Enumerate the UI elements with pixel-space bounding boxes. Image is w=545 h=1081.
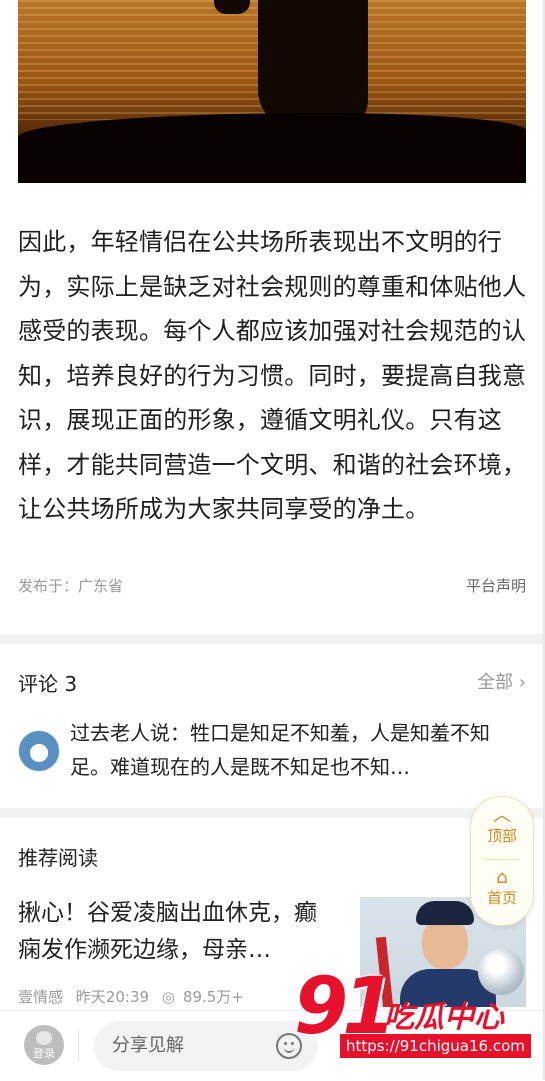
figure-silhouette bbox=[258, 0, 368, 130]
back-to-top-label: 顶部 bbox=[486, 827, 517, 845]
watermark-name: 吃瓜中心 bbox=[384, 1000, 504, 1035]
article-meta: 发布于：广东省 平台声明 bbox=[18, 575, 526, 599]
eye-icon: ◎ bbox=[161, 988, 175, 1006]
home-button[interactable]: ⌂ 首页 bbox=[471, 869, 533, 908]
branch-silhouette bbox=[214, 0, 250, 14]
recommended-item-time: 昨天20:39 bbox=[75, 988, 150, 1006]
recommended-item-views: 89.5万+ bbox=[182, 988, 244, 1006]
user-icon bbox=[36, 1031, 52, 1045]
bar-separator bbox=[78, 1031, 79, 1061]
comment-text[interactable]: 过去老人说：牲口是知足不知羞，人是知羞不知足。难道现在的人是既不知足也不知… bbox=[70, 716, 510, 784]
site-watermark: 91 吃瓜中心 https://91chigua16.com bbox=[292, 962, 542, 1062]
article-paragraph: 因此，年轻情侣在公共场所表现出不文明的行为，实际上是缺乏对社会规则的尊重和体贴他… bbox=[18, 228, 527, 523]
recommended-item-source: 壹情感 bbox=[18, 988, 64, 1006]
chevron-right-icon: › bbox=[518, 672, 526, 693]
article-hero-image bbox=[18, 0, 526, 183]
platform-statement-link[interactable]: 平台声明 bbox=[466, 575, 526, 596]
floating-nav: ︿ 顶部 ⌂ 首页 bbox=[470, 796, 534, 926]
section-divider bbox=[0, 634, 545, 644]
published-location: 发布于：广东省 bbox=[18, 577, 124, 595]
comments-all-label: 全部 bbox=[477, 672, 514, 693]
shore-silhouette bbox=[18, 113, 526, 183]
nav-separator bbox=[485, 859, 519, 860]
hat-shape bbox=[416, 901, 474, 925]
comments-title: 评论 3 bbox=[18, 672, 78, 696]
home-icon: ⌂ bbox=[496, 867, 508, 888]
chevron-up-icon: ︿ bbox=[493, 805, 511, 826]
comments-header: 评论 3 全部 › bbox=[18, 668, 526, 696]
commenter-avatar[interactable] bbox=[18, 730, 60, 772]
back-to-top-button[interactable]: ︿ 顶部 bbox=[471, 807, 533, 846]
recommended-item-title[interactable]: 揪心！谷爱凌脑出血休克，癫痫发作濒死边缘，母亲… bbox=[18, 895, 338, 969]
watermark-url: https://91chigua16.com bbox=[340, 1034, 531, 1058]
home-label: 首页 bbox=[486, 889, 517, 907]
recommended-item-meta: 壹情感 昨天20:39 ◎ 89.5万+ bbox=[18, 986, 252, 1007]
recommended-heading: 推荐阅读 bbox=[18, 846, 98, 870]
login-label: 登录 bbox=[33, 1047, 55, 1060]
login-button[interactable]: 登录 bbox=[24, 1025, 64, 1065]
section-divider bbox=[0, 808, 545, 818]
comments-all-link[interactable]: 全部 › bbox=[477, 668, 526, 694]
